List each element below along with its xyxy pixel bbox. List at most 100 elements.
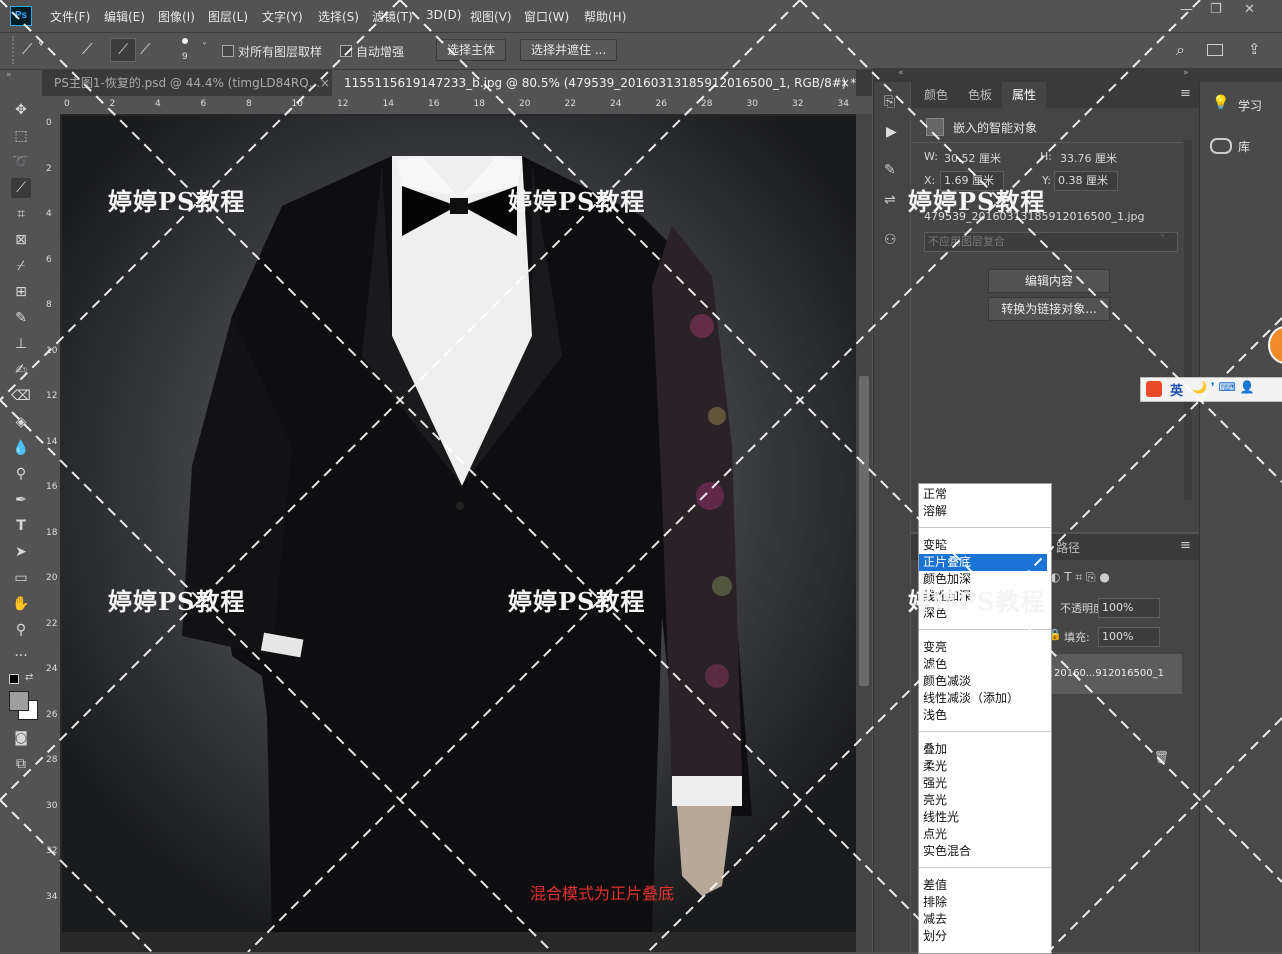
blend-mode-option[interactable]: 实色混合	[923, 843, 971, 860]
menu-item[interactable]: 文字(Y)	[262, 8, 303, 25]
share-icon[interactable]: ⇪	[1248, 40, 1261, 58]
convert-linked-button[interactable]: 转换为链接对象...	[988, 297, 1110, 321]
collapse-panels-icon[interactable]: «	[898, 68, 904, 78]
menu-item[interactable]: 图像(I)	[158, 8, 195, 25]
close-tab-icon[interactable]: ×	[320, 70, 330, 96]
properties-scrollbar[interactable]	[1184, 140, 1192, 500]
crop-tool-icon[interactable]: ⌗	[11, 204, 31, 224]
blend-mode-option[interactable]: 叠加	[923, 741, 947, 758]
blend-mode-option[interactable]: 溶解	[923, 503, 947, 520]
tab-paths[interactable]: 路径	[1056, 539, 1080, 556]
menu-item[interactable]: 窗口(W)	[524, 8, 569, 25]
auto-enhance-checkbox[interactable]	[340, 45, 352, 57]
chevron-down-icon[interactable]: ˅	[202, 42, 207, 53]
quick-mask-icon[interactable]: ◙	[11, 728, 31, 748]
layer-name[interactable]: 20160...912016500_1	[1054, 668, 1164, 679]
history-icon[interactable]: ⎘	[884, 94, 895, 110]
subtract-selection-icon[interactable]: ⟋	[140, 40, 151, 58]
blend-mode-option[interactable]: 线性减淡（添加）	[923, 690, 1019, 707]
healing-brush-icon[interactable]: ⊞	[11, 282, 31, 302]
close-button[interactable]: ✕	[1244, 2, 1255, 17]
blend-mode-option[interactable]: 浅色	[923, 707, 947, 724]
history-brush-icon[interactable]: ✍	[11, 360, 31, 380]
tab-swatches[interactable]: 色板	[958, 82, 1002, 108]
more-tools-icon[interactable]: ···	[11, 646, 31, 666]
brush-size[interactable]: 9	[182, 52, 188, 62]
zoom-tool-icon[interactable]: ⚲	[11, 620, 31, 640]
rectangle-tool-icon[interactable]: ▭	[11, 568, 31, 588]
close-tab-icon[interactable]: ×	[840, 70, 850, 96]
type-tool-icon[interactable]: T	[11, 516, 31, 536]
layer-comp-select[interactable]: 不应用图层复合	[924, 232, 1178, 252]
edit-contents-button[interactable]: 编辑内容	[988, 269, 1110, 293]
menu-item[interactable]: 3D(D)	[426, 8, 461, 22]
workspace-icon[interactable]	[1207, 44, 1223, 56]
dodge-tool-icon[interactable]: ⚲	[11, 464, 31, 484]
eraser-tool-icon[interactable]: ⌫	[11, 386, 31, 406]
menu-item[interactable]: 文件(F)	[50, 8, 90, 25]
tab-properties[interactable]: 属性	[1002, 82, 1047, 108]
fill-field[interactable]: 100%	[1098, 627, 1160, 647]
menu-item[interactable]: 滤镜(T)	[372, 8, 413, 25]
gradient-tool-icon[interactable]: ◈	[11, 412, 31, 432]
menu-item[interactable]: 帮助(H)	[584, 8, 626, 25]
collapse-right-icon[interactable]: »	[1183, 68, 1189, 78]
menu-item[interactable]: 图层(L)	[208, 8, 248, 25]
brush-dot-icon[interactable]	[182, 38, 188, 44]
actions-play-icon[interactable]: ▶	[886, 124, 897, 140]
scrollbar-thumb[interactable]	[859, 376, 869, 686]
select-subject-button[interactable]: 选择主体	[436, 39, 507, 61]
blend-mode-option[interactable]: 变暗	[923, 537, 947, 554]
tab-psd[interactable]: PS主图1-恢复的.psd @ 44.4% (timgLD84RQ... ×	[42, 70, 336, 96]
swap-colors-icon[interactable]: ⇄	[25, 672, 33, 683]
restore-button[interactable]: ❐	[1210, 2, 1222, 17]
blur-tool-icon[interactable]: 💧	[11, 438, 31, 458]
cloud-library-icon[interactable]	[1210, 138, 1232, 154]
width-value[interactable]: 30.52 厘米	[944, 150, 1001, 166]
blend-mode-option[interactable]: 线性光	[923, 809, 959, 826]
chevron-down-icon[interactable]: ˅	[1160, 234, 1165, 245]
collapse-toolbar-icon[interactable]: »	[6, 70, 12, 80]
clone-stamp-icon[interactable]: ⊥	[11, 334, 31, 354]
blend-mode-option[interactable]: 亮光	[923, 792, 947, 809]
quick-selection-tool-icon[interactable]: ⟋	[11, 178, 31, 198]
character-icon[interactable]: ⚇	[884, 232, 897, 248]
menu-item[interactable]: 编辑(E)	[104, 8, 145, 25]
blend-mode-option[interactable]: 正常	[923, 486, 947, 503]
quick-select-preset-icon[interactable]: ⟋ ˅	[22, 40, 45, 58]
ime-tools-icons[interactable]: 🌙 ❜ ⌨ 👤	[1192, 380, 1255, 394]
blend-mode-option[interactable]: 减去	[923, 911, 947, 928]
select-and-mask-button[interactable]: 选择并遮住 ...	[520, 39, 618, 61]
blend-mode-option[interactable]: 差值	[923, 877, 947, 894]
brush-settings-icon[interactable]: ✎	[884, 162, 896, 178]
blend-mode-option[interactable]: 柔光	[923, 758, 947, 775]
blend-mode-option[interactable]: 颜色减淡	[923, 673, 971, 690]
menu-item[interactable]: 选择(S)	[318, 8, 359, 25]
ime-lang[interactable]: 英	[1170, 380, 1183, 399]
frame-tool-icon[interactable]: ⊠	[11, 230, 31, 250]
y-field[interactable]: 0.38 厘米	[1054, 171, 1118, 191]
ime-logo-icon[interactable]	[1146, 381, 1162, 397]
new-selection-icon[interactable]: ⟋	[82, 40, 93, 58]
lasso-tool-icon[interactable]: ➰	[11, 152, 31, 172]
blend-mode-option[interactable]: 滤色	[923, 656, 947, 673]
filter-icons[interactable]: ◐ T ⌗ ⎘ ●	[1050, 570, 1110, 585]
panel-menu-icon[interactable]: ≡	[1180, 86, 1191, 101]
path-selection-icon[interactable]: ➤	[11, 542, 31, 562]
add-selection-icon[interactable]: ⟋	[110, 38, 136, 62]
trash-icon[interactable]: 🗑	[1154, 750, 1169, 764]
default-colors-icon[interactable]	[9, 674, 19, 684]
blend-mode-option[interactable]: 排除	[923, 894, 947, 911]
sample-all-checkbox[interactable]	[222, 45, 234, 57]
learn-label[interactable]: 学习	[1238, 97, 1262, 114]
brush-tool-icon[interactable]: ✎	[11, 308, 31, 328]
menu-item[interactable]: 视图(V)	[470, 8, 512, 25]
opacity-field[interactable]: 100%	[1098, 598, 1160, 618]
eyedropper-tool-icon[interactable]: ⌿	[11, 256, 31, 276]
minimize-button[interactable]: —	[1180, 2, 1193, 17]
blend-mode-option[interactable]: 正片叠底	[919, 554, 1047, 571]
tab-color[interactable]: 颜色	[914, 82, 958, 108]
foreground-color-swatch[interactable]	[9, 691, 29, 711]
adjust-icon[interactable]: ⇌	[884, 192, 896, 208]
move-tool-icon[interactable]: ✥	[11, 100, 31, 120]
